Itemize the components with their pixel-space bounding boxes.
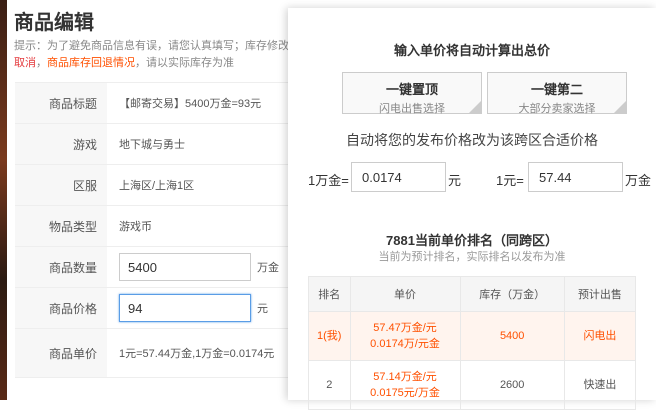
stock-rollback-link[interactable]: 商品库存回退情况 [47,57,135,69]
form-label: 游戏 [15,124,107,164]
table-row: 2 57.14万金/元 0.0175元/万金 2600 快速出 [308,360,637,410]
rank-table: 排名 单价 库存（万金） 预计出售 1(我) 57.47万金/元 0.0174万… [308,276,637,410]
notice-sep: ， [36,57,47,69]
calc2-unit: 万金 [625,173,652,188]
top-one-label: 一键置顶 [385,82,438,97]
price-unit: 元 [257,303,268,315]
col-price: 单价 [349,276,461,312]
form-value: 上海区/上海1区 [119,180,195,192]
stock-cell: 2600 [459,360,565,410]
price-line: 57.47万金/元 [373,322,437,334]
price-input[interactable]: 94 [119,294,251,322]
notice-cancel: 取消 [14,57,36,69]
popup-title: 输入单价将自动计算出总价 [393,43,550,58]
calc2-prefix: 1元= [496,173,524,188]
calc1-unit: 元 [448,173,462,188]
form-row-server: 区服 上海区/上海1区 [15,165,300,206]
background-strip [0,0,7,400]
rank-cell: 2 [308,360,351,410]
quantity-input[interactable]: 5400 [119,253,251,281]
top-one-button[interactable]: 一键置顶 闪电出售选择 [342,72,482,115]
auto-price-text: 自动将您的发布价格改为该跨区合适价格 [346,132,598,148]
notice-text: 提示：为了避免商品信息有误，请您认真填写；库存修改 取消，商品库存回退情况，请以… [14,38,304,72]
yuan-per-wanjin-input[interactable]: 0.0174 [351,162,446,192]
rank-title: 7881当前单价排名（同跨区） [386,233,558,248]
form-row-title: 商品标题 【邮寄交易】5400万金=93元 [15,83,300,124]
form-value: 【邮寄交易】5400万金=93元 [119,98,262,110]
notice-tail: ，请以实际库存为准 [135,57,234,69]
form-label: 商品标题 [15,83,107,123]
col-sale: 预计出售 [563,276,637,312]
form-row-quantity: 商品数量 5400 万金 [15,247,300,288]
form-row-unit-price: 商品单价 1元=57.44万金,1万金=0.0174元 [15,329,300,378]
price-line: 57.14万金/元 [373,371,437,383]
quantity-unit: 万金 [257,262,279,274]
top-one-sub: 闪电出售选择 [379,103,445,115]
notice-line: 提示：为了避免商品信息有误，请您认真填写；库存修改 [14,40,289,52]
corner-mark [469,101,481,113]
form-label: 区服 [15,165,107,205]
product-form: 商品标题 【邮寄交易】5400万金=93元 游戏 地下城与勇士 区服 上海区/上… [15,82,300,378]
second-place-sub: 大部分卖家选择 [518,103,596,115]
unit-price-value: 1元=57.44万金,1万金=0.0174元 [119,348,275,360]
form-row-game: 游戏 地下城与勇士 [15,124,300,165]
table-row: 1(我) 57.47万金/元 0.0174万/元金 5400 闪电出 [308,311,637,361]
second-place-label: 一键第二 [530,82,583,97]
sale-cell: 快速出 [563,360,637,410]
rank-subtitle: 当前为预计排名，实际排名以发布为准 [378,251,566,263]
form-label: 商品价格 [15,288,107,328]
form-label: 商品数量 [15,247,107,287]
form-row-item-type: 物品类型 游戏币 [15,206,300,247]
price-cell: 57.47万金/元 0.0174万/元金 [349,311,461,361]
price-line: 0.0174万/元金 [370,338,440,350]
price-cell: 57.14万金/元 0.0175元/万金 [349,360,461,410]
stock-cell: 5400 [459,311,565,361]
form-value: 地下城与勇士 [119,139,185,151]
corner-mark [614,101,626,113]
form-label: 物品类型 [15,206,107,246]
wanjin-per-yuan-input[interactable]: 57.44 [528,162,623,192]
calc1-prefix: 1万金= [308,173,349,188]
second-place-button[interactable]: 一键第二 大部分卖家选择 [487,72,627,115]
page-title: 商品编辑 [14,12,94,34]
col-stock: 库存（万金） [459,276,565,312]
rank-cell: 1(我) [308,311,351,361]
sale-cell: 闪电出 [563,311,637,361]
price-helper-popup: 输入单价将自动计算出总价 一键置顶 闪电出售选择 一键第二 大部分卖家选择 自动… [288,8,656,410]
form-label: 商品单价 [15,329,107,377]
form-value: 游戏币 [119,221,152,233]
price-line: 0.0175元/万金 [370,387,440,399]
form-row-price: 商品价格 94 元 [15,288,300,329]
col-rank: 排名 [308,276,351,312]
